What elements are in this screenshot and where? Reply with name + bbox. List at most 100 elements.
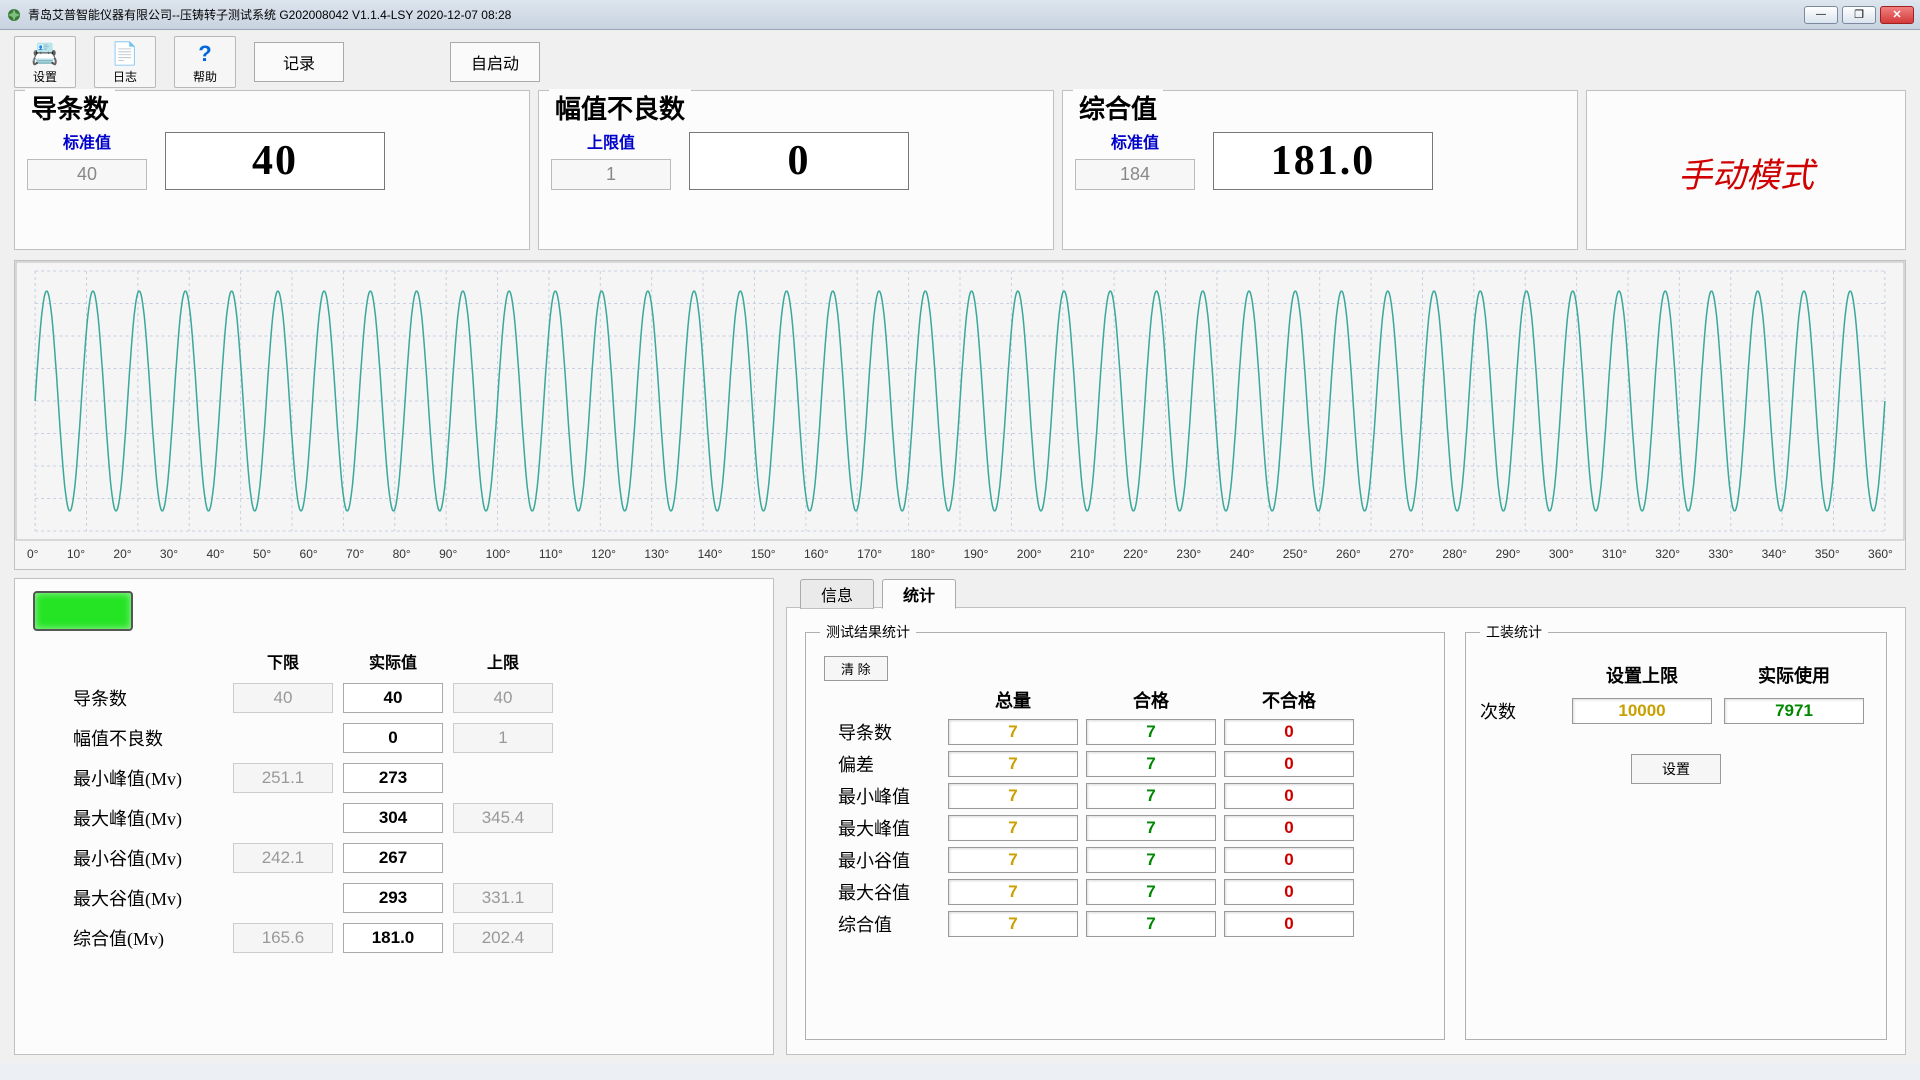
app-icon xyxy=(6,7,22,23)
wave-tick: 90° xyxy=(439,547,457,561)
wave-tick: 350° xyxy=(1815,547,1840,561)
stats-pass: 7 xyxy=(1086,815,1216,841)
wave-tick: 250° xyxy=(1283,547,1308,561)
wave-tick: 40° xyxy=(206,547,224,561)
autostart-button[interactable]: 自启动 xyxy=(450,42,540,82)
settings-button[interactable]: 📇 设置 xyxy=(14,36,76,88)
tab-stats[interactable]: 统计 xyxy=(882,579,956,609)
wave-tick: 70° xyxy=(346,547,364,561)
amp-bad-title: 幅值不良数 xyxy=(549,89,691,126)
amp-bad-panel: 幅值不良数 上限值 1 0 xyxy=(538,90,1054,250)
wave-tick: 220° xyxy=(1123,547,1148,561)
measure-upper: 40 xyxy=(453,683,553,713)
measure-lower: 242.1 xyxy=(233,843,333,873)
stats-row-label: 最小谷值 xyxy=(820,847,940,873)
stats-pass: 7 xyxy=(1086,879,1216,905)
measure-lower: 40 xyxy=(233,683,333,713)
wave-tick: 120° xyxy=(591,547,616,561)
help-icon: ? xyxy=(198,42,211,66)
stats-fail: 0 xyxy=(1224,847,1354,873)
stats-fail: 0 xyxy=(1224,783,1354,809)
tool-settings-button[interactable]: 设置 xyxy=(1631,754,1721,784)
stats-row-label: 最大峰值 xyxy=(820,815,940,841)
stats-row-label: 最大谷值 xyxy=(820,879,940,905)
stats-fail: 0 xyxy=(1224,751,1354,777)
wave-tick: 240° xyxy=(1230,547,1255,561)
guides-title: 导条数 xyxy=(25,89,115,126)
wave-tick: 310° xyxy=(1602,547,1627,561)
tab-info[interactable]: 信息 xyxy=(800,579,874,609)
guides-panel: 导条数 标准值 40 40 xyxy=(14,90,530,250)
close-button[interactable] xyxy=(1880,6,1914,24)
wave-tick: 50° xyxy=(253,547,271,561)
measure-upper: 331.1 xyxy=(453,883,553,913)
tooling-fieldset: 工装统计 设置上限 实际使用 次数 10000 7971 设置 xyxy=(1465,622,1887,1040)
composite-panel: 综合值 标准值 184 181.0 xyxy=(1062,90,1578,250)
wave-tick: 270° xyxy=(1389,547,1414,561)
wave-tick: 150° xyxy=(751,547,776,561)
log-button[interactable]: 📄 日志 xyxy=(94,36,156,88)
tool-used-header: 实际使用 xyxy=(1724,662,1864,688)
stats-pass: 7 xyxy=(1086,751,1216,777)
guides-display: 40 xyxy=(165,132,385,190)
wave-tick: 180° xyxy=(910,547,935,561)
wave-tick: 320° xyxy=(1655,547,1680,561)
restore-button[interactable] xyxy=(1842,6,1876,24)
stats-total: 7 xyxy=(948,879,1078,905)
stats-row-label: 最小峰值 xyxy=(820,783,940,809)
wave-tick: 260° xyxy=(1336,547,1361,561)
amp-bad-limit-value: 1 xyxy=(551,159,671,190)
measure-row-label: 导条数 xyxy=(33,685,223,711)
settings-icon: 📇 xyxy=(31,42,58,66)
wave-tick: 0° xyxy=(27,547,38,561)
help-button[interactable]: ? 帮助 xyxy=(174,36,236,88)
tooling-legend: 工装统计 xyxy=(1480,622,1548,642)
log-icon: 📄 xyxy=(111,42,138,66)
wave-tick: 360° xyxy=(1868,547,1893,561)
record-button[interactable]: 记录 xyxy=(254,42,344,82)
wave-tick: 200° xyxy=(1017,547,1042,561)
composite-display: 181.0 xyxy=(1213,132,1433,190)
minimize-button[interactable] xyxy=(1804,6,1838,24)
wave-tick: 280° xyxy=(1442,547,1467,561)
wave-tick: 60° xyxy=(300,547,318,561)
wave-tick: 340° xyxy=(1762,547,1787,561)
stats-fail: 0 xyxy=(1224,879,1354,905)
mode-panel: 手动模式 xyxy=(1586,90,1906,250)
waveform-area: 0°10°20°30°40°50°60°70°80°90°100°110°120… xyxy=(14,260,1906,570)
mode-text: 手动模式 xyxy=(1678,148,1814,197)
waveform-ticks: 0°10°20°30°40°50°60°70°80°90°100°110°120… xyxy=(15,547,1905,567)
wave-tick: 20° xyxy=(113,547,131,561)
measure-actual: 40 xyxy=(343,683,443,713)
log-label: 日志 xyxy=(113,68,137,85)
stats-row-label: 综合值 xyxy=(820,911,940,937)
tool-count-label: 次数 xyxy=(1480,698,1560,724)
tool-limit-header: 设置上限 xyxy=(1572,662,1712,688)
measure-actual: 273 xyxy=(343,763,443,793)
measurement-panel: 下限实际值上限导条数404040幅值不良数01最小峰值(Mv)251.1273最… xyxy=(14,578,774,1055)
amp-bad-display: 0 xyxy=(689,132,909,190)
tool-used-value: 7971 xyxy=(1724,698,1864,724)
measure-actual: 267 xyxy=(343,843,443,873)
wave-tick: 140° xyxy=(698,547,723,561)
titlebar: 青岛艾普智能仪器有限公司--压铸转子测试系统 G202008042 V1.1.4… xyxy=(0,0,1920,30)
stats-pass: 7 xyxy=(1086,911,1216,937)
wave-tick: 330° xyxy=(1708,547,1733,561)
wave-tick: 100° xyxy=(486,547,511,561)
tabs: 信息 统计 xyxy=(800,578,1906,608)
composite-std-label: 标准值 xyxy=(1111,129,1159,153)
measure-row-label: 最小峰值(Mv) xyxy=(33,765,223,791)
wave-tick: 110° xyxy=(539,547,563,561)
tool-limit-value: 10000 xyxy=(1572,698,1712,724)
wave-tick: 10° xyxy=(67,547,85,561)
settings-label: 设置 xyxy=(33,68,57,85)
stats-row-label: 偏差 xyxy=(820,751,940,777)
stats-total: 7 xyxy=(948,719,1078,745)
measure-actual: 293 xyxy=(343,883,443,913)
measure-actual: 181.0 xyxy=(343,923,443,953)
clear-button[interactable]: 清 除 xyxy=(824,656,888,681)
stats-total: 7 xyxy=(948,751,1078,777)
measure-row-label: 最大谷值(Mv) xyxy=(33,885,223,911)
stats-pass: 7 xyxy=(1086,719,1216,745)
stats-row-label: 导条数 xyxy=(820,719,940,745)
